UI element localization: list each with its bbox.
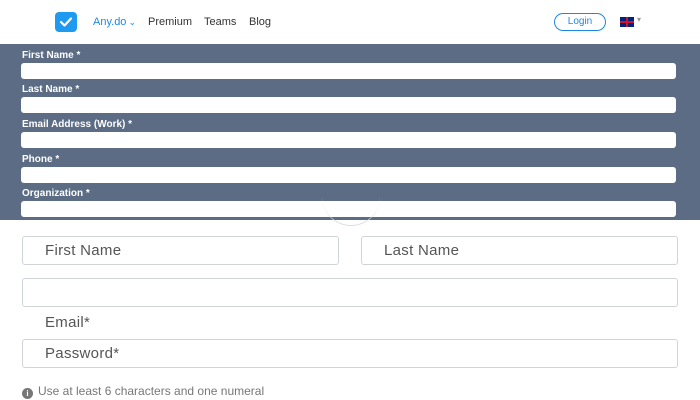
last-name-label: Last Name * xyxy=(22,84,80,95)
uk-flag-icon[interactable] xyxy=(620,17,634,27)
nav-link-premium[interactable]: Premium xyxy=(148,16,192,28)
work-email-input[interactable] xyxy=(21,132,676,148)
top-nav: Any.do ⌄ Premium Teams Blog Login ▾ xyxy=(0,0,700,44)
first-name-placeholder: First Name xyxy=(45,242,122,259)
brand-label: Any.do xyxy=(93,16,127,28)
organization-label: Organization * xyxy=(22,188,90,199)
signup-last-name-input[interactable]: Last Name xyxy=(361,236,678,265)
anydo-logo-icon[interactable] xyxy=(55,12,77,32)
brand-menu[interactable]: Any.do ⌄ xyxy=(93,16,136,28)
phone-input[interactable] xyxy=(21,167,676,183)
password-hint: i Use at least 6 characters and one numer… xyxy=(22,384,264,399)
email-label: Email* xyxy=(45,314,91,331)
nav-link-teams[interactable]: Teams xyxy=(204,16,236,28)
phone-label: Phone * xyxy=(22,154,60,165)
password-placeholder: Password* xyxy=(45,345,120,362)
info-icon: i xyxy=(22,388,33,399)
first-name-label: First Name * xyxy=(22,50,81,61)
first-name-input[interactable] xyxy=(21,63,676,79)
request-form-panel: First Name * Last Name * Email Address (… xyxy=(0,44,700,220)
language-caret-icon[interactable]: ▾ xyxy=(637,15,641,24)
login-button[interactable]: Login xyxy=(554,13,606,31)
signup-password-input[interactable]: Password* xyxy=(22,339,678,368)
work-email-label: Email Address (Work) * xyxy=(22,119,133,130)
last-name-placeholder: Last Name xyxy=(384,242,460,259)
last-name-input[interactable] xyxy=(21,97,676,113)
chevron-down-icon: ⌄ xyxy=(128,17,136,27)
panel-divider xyxy=(322,196,380,226)
password-hint-text: Use at least 6 characters and one numera… xyxy=(38,384,265,398)
signup-email-input[interactable] xyxy=(22,278,678,307)
nav-link-blog[interactable]: Blog xyxy=(249,16,271,28)
signup-first-name-input[interactable]: First Name xyxy=(22,236,339,265)
